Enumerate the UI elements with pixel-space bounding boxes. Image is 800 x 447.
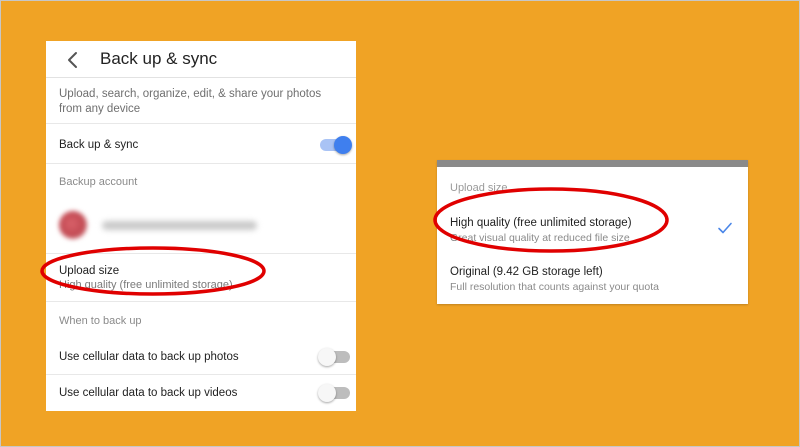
option-title: Original (9.42 GB storage left) bbox=[450, 266, 603, 278]
cellular-videos-label: Use cellular data to back up videos bbox=[59, 387, 238, 399]
blurred-account-email bbox=[102, 221, 257, 230]
settings-description: Upload, search, organize, edit, & share … bbox=[59, 88, 322, 115]
cellular-photos-toggle[interactable] bbox=[318, 348, 350, 366]
dialog-title: Upload size bbox=[450, 182, 508, 194]
header-divider bbox=[46, 77, 356, 78]
option-high-quality[interactable]: High quality (free unlimited storage) Gr… bbox=[437, 217, 748, 261]
divider bbox=[46, 301, 356, 302]
cellular-videos-toggle[interactable] bbox=[318, 384, 350, 402]
dialog-top-bar bbox=[437, 160, 748, 167]
backup-account-header: Backup account bbox=[59, 176, 138, 188]
option-original[interactable]: Original (9.42 GB storage left) Full res… bbox=[437, 266, 748, 310]
avatar bbox=[59, 211, 87, 239]
upload-size-value: High quality (free unlimited storage) bbox=[59, 279, 233, 291]
backup-settings-panel: Back up & sync Upload, search, organize,… bbox=[46, 41, 356, 411]
divider bbox=[46, 123, 356, 124]
back-arrow-icon[interactable] bbox=[62, 49, 84, 71]
backup-sync-label: Back up & sync bbox=[59, 139, 139, 151]
app-bar: Back up & sync bbox=[46, 41, 356, 77]
divider bbox=[46, 163, 356, 164]
upload-size-label: Upload size bbox=[59, 265, 120, 277]
option-subtitle: Full resolution that counts against your… bbox=[450, 281, 659, 293]
divider bbox=[46, 253, 356, 254]
backup-sync-toggle[interactable] bbox=[320, 136, 352, 154]
option-title: High quality (free unlimited storage) bbox=[450, 217, 632, 229]
option-subtitle: Great visual quality at reduced file siz… bbox=[450, 232, 630, 244]
cellular-photos-label: Use cellular data to back up photos bbox=[59, 351, 239, 363]
when-to-back-up-header: When to back up bbox=[59, 315, 142, 327]
checkmark-icon bbox=[718, 222, 732, 234]
divider bbox=[46, 374, 356, 375]
page-title: Back up & sync bbox=[100, 49, 218, 68]
upload-size-dialog: Upload size High quality (free unlimited… bbox=[437, 160, 748, 304]
